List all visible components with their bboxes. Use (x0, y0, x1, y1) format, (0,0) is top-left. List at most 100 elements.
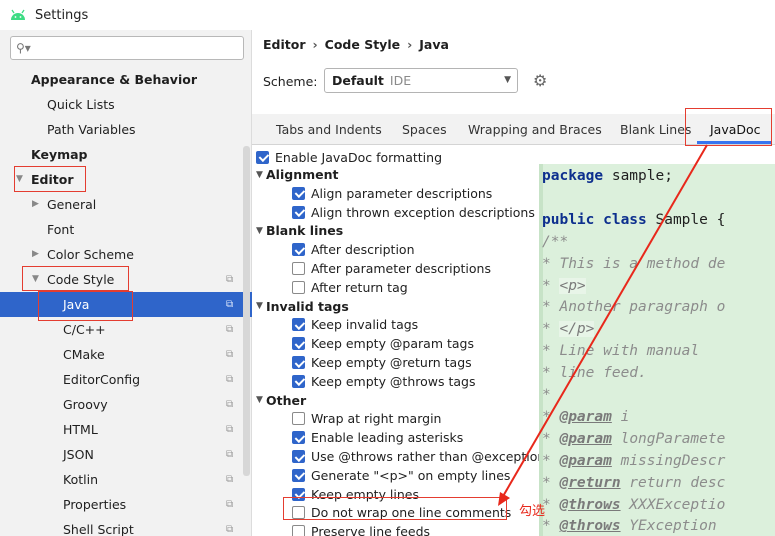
annotation-text: 勾选 (519, 504, 546, 519)
option-label: Enable leading asterisks (311, 430, 464, 446)
code-token: YException (620, 518, 717, 535)
sidebar-item-color-scheme[interactable]: ▶ Color Scheme (0, 242, 252, 267)
javadoc-options-list: ▼ Alignment Align parameter descriptions Al… (252, 164, 539, 536)
group-expand-icon[interactable]: ▼ (252, 226, 266, 236)
breadcrumb-code-style[interactable]: Code Style (325, 37, 400, 52)
code-token: * (542, 518, 560, 535)
sidebar-item-label: Groovy (63, 397, 108, 412)
option-label: Generate "<p>" on empty lines (311, 467, 511, 483)
option-checkbox-keep-empty-@param-tags[interactable]: Keep empty @param tags (292, 334, 474, 353)
option-group-other[interactable]: ▼ Other (252, 391, 306, 410)
sidebar-item-general[interactable]: ▶ General (0, 192, 252, 217)
group-expand-icon[interactable]: ▼ (252, 170, 266, 180)
group-expand-icon[interactable]: ▼ (252, 395, 266, 405)
option-checkbox-after-description[interactable]: After description (292, 240, 415, 259)
option-checkbox-use-@throws-rather-than-@exception[interactable]: Use @throws rather than @exception (292, 447, 539, 466)
sidebar-item-keymap[interactable]: Keymap (0, 142, 252, 167)
sidebar-item-editor[interactable]: ▼ Editor (0, 167, 252, 192)
sidebar-item-code-style[interactable]: ▼ Code Style ⧉ (0, 267, 252, 292)
option-checkbox-keep-empty-lines[interactable]: Keep empty lines (292, 485, 419, 504)
code-token: /** (542, 233, 569, 250)
checkbox-icon (292, 487, 305, 501)
option-checkbox-keep-empty-@throws-tags[interactable]: Keep empty @throws tags (292, 372, 476, 391)
code-token: * (542, 430, 560, 447)
code-line: * @param i (542, 409, 629, 425)
option-label: Keep empty @param tags (311, 336, 474, 352)
expand-arrow-icon[interactable]: ▼ (32, 267, 39, 292)
group-expand-icon[interactable]: ▼ (252, 301, 266, 311)
tab-spaces[interactable]: Spaces (402, 122, 447, 137)
checkbox-icon (292, 205, 305, 219)
code-line: * <p> (542, 277, 586, 294)
collapse-arrow-icon[interactable]: ▶ (32, 192, 39, 217)
breadcrumb-editor[interactable]: Editor (263, 37, 306, 52)
settings-sidebar: ⚲▾ Appearance & Behavior Quick Lists Path … (0, 30, 252, 536)
sidebar-item-editorconfig[interactable]: EditorConfig ⧉ (0, 367, 252, 392)
gear-icon[interactable]: ⚙ (533, 71, 547, 90)
option-checkbox-enable-leading-asterisks[interactable]: Enable leading asterisks (292, 428, 463, 447)
tab-blank-lines[interactable]: Blank Lines (620, 122, 691, 137)
sidebar-item-properties[interactable]: Properties ⧉ (0, 492, 252, 517)
search-icon: ⚲▾ (16, 41, 31, 55)
tab-tabs-and-indents[interactable]: Tabs and Indents (276, 122, 382, 137)
project-copy-icon: ⧉ (226, 499, 234, 510)
sidebar-item-label: Keymap (31, 147, 88, 162)
code-token: * (542, 277, 560, 294)
tab-wrapping-and-braces[interactable]: Wrapping and Braces (468, 122, 602, 137)
collapse-arrow-icon[interactable]: ▶ (32, 242, 39, 267)
sidebar-item-quick-lists[interactable]: Quick Lists (0, 92, 252, 117)
option-group-invalid-tags[interactable]: ▼ Invalid tags (252, 297, 349, 316)
option-label: Wrap at right margin (311, 411, 442, 427)
option-checkbox-preserve-line-feeds[interactable]: Preserve line feeds (292, 522, 430, 536)
code-token: @throws (559, 518, 621, 535)
option-checkbox-after-parameter-descriptions[interactable]: After parameter descriptions (292, 259, 491, 278)
option-label: Align parameter descriptions (311, 185, 493, 201)
sidebar-item-groovy[interactable]: Groovy ⧉ (0, 392, 252, 417)
checkbox-icon (292, 262, 305, 275)
code-token: * (542, 321, 560, 338)
option-group-blank-lines[interactable]: ▼ Blank lines (252, 221, 343, 240)
sidebar-item-html[interactable]: HTML ⧉ (0, 417, 252, 442)
code-line: * Line with manual (542, 343, 699, 359)
sidebar-item-label: Quick Lists (47, 97, 115, 112)
option-checkbox-after-return-tag[interactable]: After return tag (292, 278, 408, 297)
code-token: missingDescr (611, 452, 726, 469)
sidebar-item-label: Shell Script (63, 522, 134, 536)
option-label: Invalid tags (266, 298, 349, 314)
checkbox-icon (292, 186, 305, 200)
sidebar-item-label: CMake (63, 347, 105, 362)
option-checkbox-do-not-wrap-one-line-comments[interactable]: Do not wrap one line comments (292, 503, 511, 522)
sidebar-item-cmake[interactable]: CMake ⧉ (0, 342, 252, 367)
sidebar-item-c-c[interactable]: C/C++ ⧉ (0, 317, 252, 342)
option-checkbox-wrap-at-right-margin[interactable]: Wrap at right margin (292, 409, 441, 428)
option-checkbox-align-parameter-descriptions[interactable]: Align parameter descriptions (292, 184, 492, 203)
scheme-dropdown[interactable]: Default IDE ▼ (324, 68, 518, 93)
sidebar-item-kotlin[interactable]: Kotlin ⧉ (0, 467, 252, 492)
sidebar-scrollbar[interactable] (243, 146, 250, 476)
tab-bar: Tabs and Indents Spaces Wrapping and Brace… (252, 114, 775, 145)
option-checkbox-keep-empty-@return-tags[interactable]: Keep empty @return tags (292, 353, 472, 372)
sidebar-item-path-variables[interactable]: Path Variables (0, 117, 252, 142)
option-checkbox-align-thrown-exception-descriptions[interactable]: Align thrown exception descriptions (292, 203, 535, 222)
sidebar-item-shell-script[interactable]: Shell Script ⧉ (0, 517, 252, 536)
breadcrumb: Editor › Code Style › Java (263, 37, 449, 52)
scheme-suffix: IDE (389, 73, 412, 88)
code-token: * Line with manual (542, 343, 700, 360)
settings-search-input[interactable]: ⚲▾ (10, 36, 244, 60)
sidebar-item-json[interactable]: JSON ⧉ (0, 442, 252, 467)
tab-javadoc[interactable]: JavaDoc (710, 122, 761, 137)
option-group-alignment[interactable]: ▼ Alignment (252, 165, 338, 184)
expand-arrow-icon[interactable]: ▼ (16, 167, 23, 192)
code-line: * @param longParamete (542, 431, 725, 447)
sidebar-item-java[interactable]: Java ⧉ (0, 292, 252, 317)
sidebar-item-label: C/C++ (63, 322, 106, 337)
option-checkbox-keep-invalid-tags[interactable]: Keep invalid tags (292, 315, 418, 334)
code-line: /** (542, 234, 568, 250)
sidebar-item-font[interactable]: Font (0, 217, 252, 242)
option-checkbox-generate-p-on-empty-lines[interactable]: Generate "<p>" on empty lines (292, 466, 510, 485)
title-bar: Settings (0, 0, 775, 30)
code-token: sample; (603, 168, 673, 184)
code-token: * (542, 408, 560, 425)
sidebar-item-appearance-behavior[interactable]: Appearance & Behavior (0, 67, 252, 92)
checkbox-icon (292, 318, 305, 332)
